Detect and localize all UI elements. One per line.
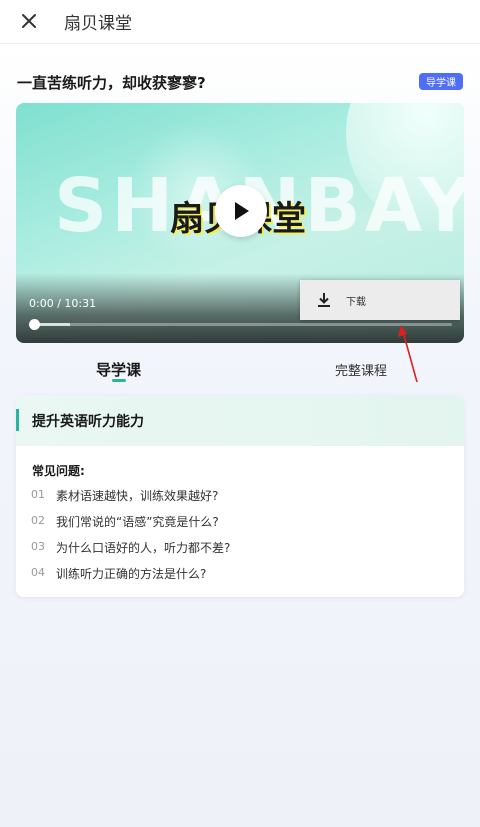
download-icon — [318, 293, 330, 307]
faq-item: 03 为什么口语好的人，听力都不差? — [16, 540, 464, 560]
tab-active-indicator — [112, 379, 126, 382]
faq-question: 我们常说的“语感”究竟是什么? — [56, 515, 219, 529]
faq-question: 素材语速越快，训练效果越好? — [56, 489, 219, 503]
download-label: 下载 — [346, 296, 366, 308]
faq-question: 训练听力正确的方法是什么? — [56, 567, 207, 581]
progress-knob[interactable] — [29, 319, 40, 330]
faq-item: 04 训练听力正确的方法是什么? — [16, 566, 464, 586]
faq-heading: 常见问题: — [32, 464, 85, 478]
tab-guide-course[interactable]: 导学课 — [96, 359, 141, 380]
course-card: 提升英语听力能力 常见问题: 01 素材语速越快，训练效果越好? 02 我们常说… — [16, 395, 464, 597]
faq-item: 01 素材语速越快，训练效果越好? — [16, 488, 464, 508]
app-title: 扇贝课堂 — [64, 14, 132, 34]
card-title: 提升英语听力能力 — [32, 414, 144, 430]
play-button[interactable] — [215, 185, 267, 237]
red-arrow-annotation — [398, 325, 418, 383]
faq-number: 03 — [31, 540, 45, 553]
tab-full-course[interactable]: 完整课程 — [335, 360, 387, 379]
download-menu-item[interactable]: 下载 — [300, 280, 460, 320]
close-button[interactable] — [14, 6, 44, 36]
faq-item: 02 我们常说的“语感”究竟是什么? — [16, 514, 464, 534]
faq-number: 02 — [31, 514, 45, 527]
faq-number: 04 — [31, 566, 45, 579]
play-icon — [235, 202, 249, 220]
top-bar: 扇贝课堂 — [0, 0, 480, 44]
course-headline: 一直苦练听力，却收获寥寥? — [17, 74, 206, 92]
guide-badge: 导学课 — [419, 73, 463, 90]
progress-track[interactable] — [32, 323, 452, 326]
video-time: 0:00 / 10:31 — [29, 297, 97, 310]
faq-question: 为什么口语好的人，听力都不差? — [56, 541, 231, 555]
card-accent-bar — [16, 409, 19, 431]
faq-number: 01 — [31, 488, 45, 501]
close-icon — [22, 14, 36, 28]
